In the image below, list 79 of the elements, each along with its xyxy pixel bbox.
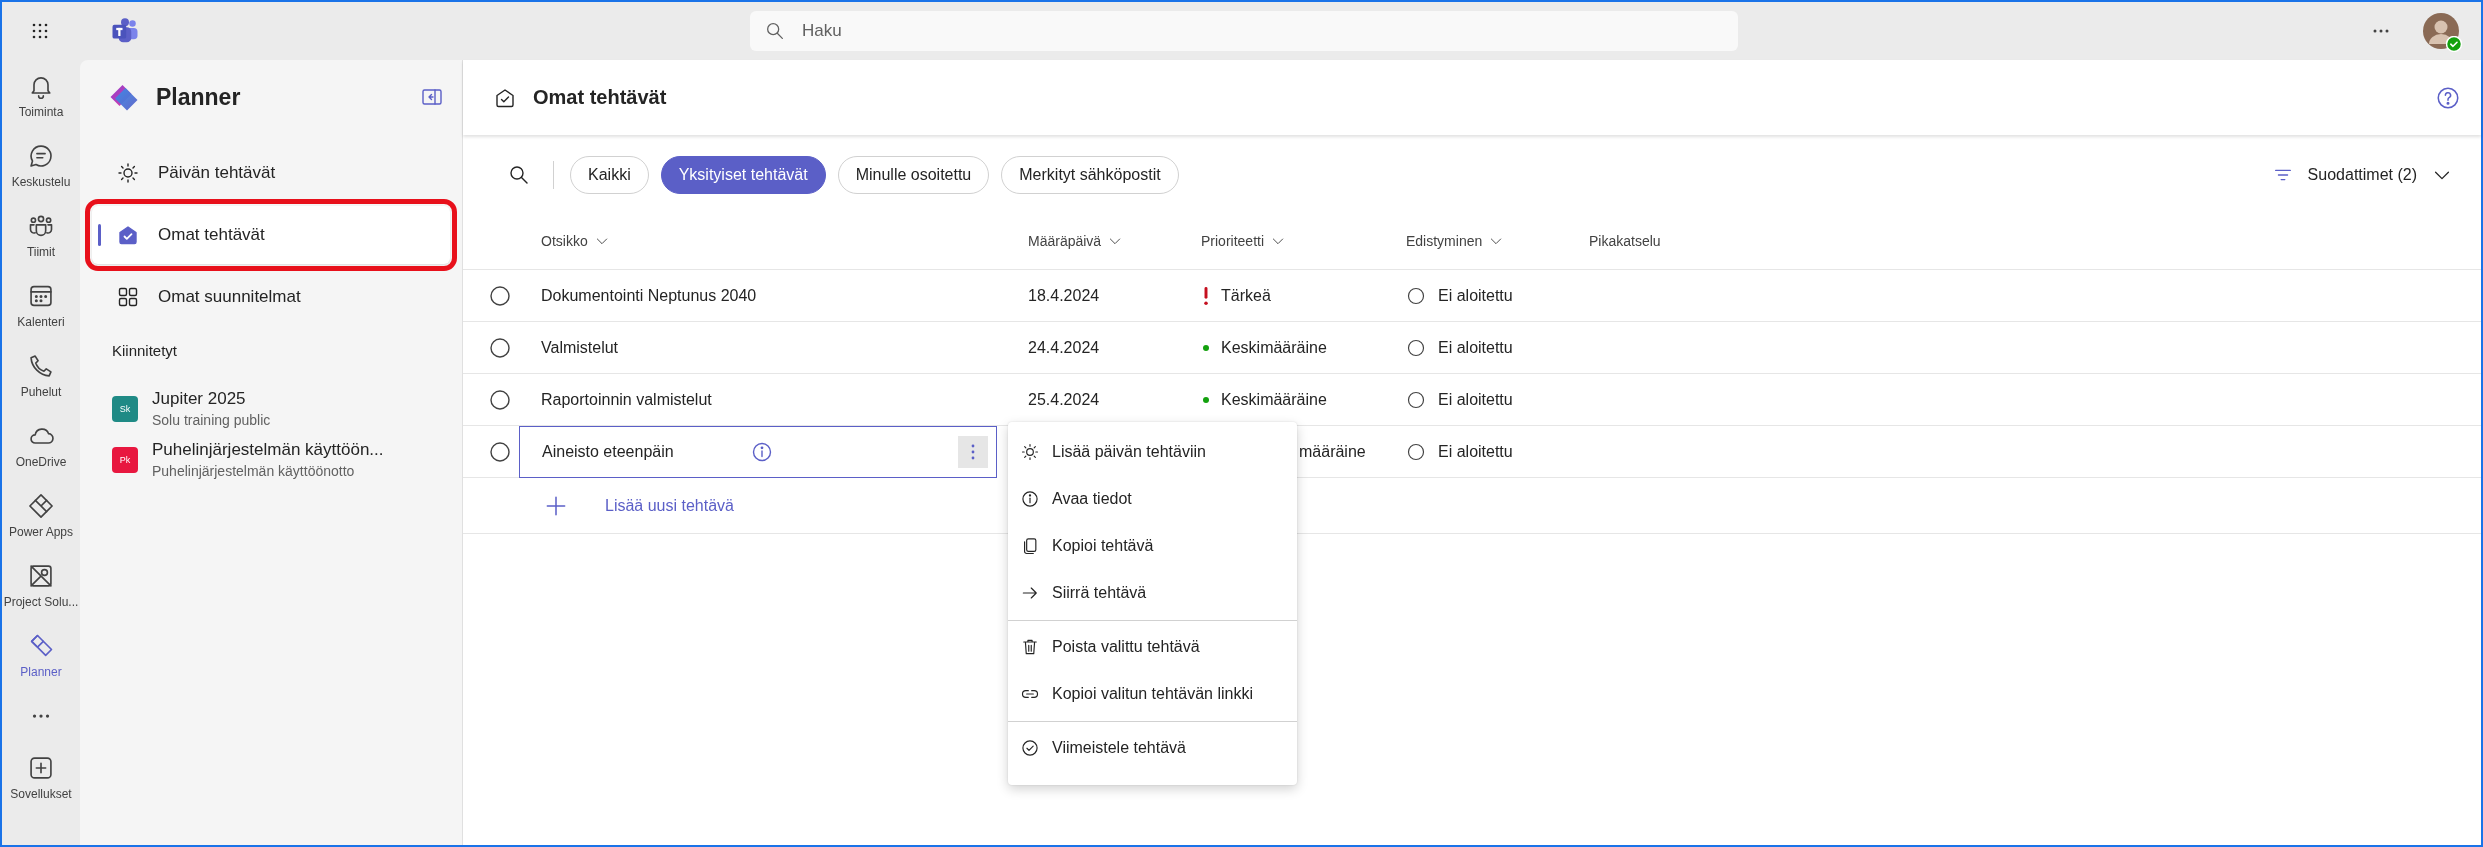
- info-icon[interactable]: [750, 440, 774, 464]
- diamond-icon: [27, 492, 55, 520]
- plan-subtitle: Solu training public: [152, 412, 271, 428]
- column-header[interactable]: Otsikko: [519, 212, 1028, 270]
- table-cell: Keskimääräine: [1221, 338, 1327, 357]
- table-cell: Ei aloitettu: [1438, 338, 1513, 357]
- rail-item[interactable]: Project Solu...: [2, 550, 80, 620]
- empty-circle-icon: [1406, 337, 1426, 358]
- column-header[interactable]: Pikakatselu: [1589, 212, 2481, 270]
- table-cell: määräine: [1299, 442, 1366, 461]
- menu-item[interactable]: Viimeistele tehtävä: [1008, 724, 1297, 771]
- rail-item[interactable]: Sovellukset: [2, 742, 80, 812]
- plan-subtitle: Puhelinjärjestelmän käyttöönotto: [152, 463, 356, 479]
- house-check-icon: [116, 223, 140, 247]
- add-task-link[interactable]: Lisää uusi tehtävä: [605, 496, 734, 515]
- nav-item[interactable]: Päivän tehtävät: [92, 144, 450, 202]
- grid-icon: [116, 285, 140, 309]
- column-header[interactable]: Prioriteetti: [1201, 212, 1406, 270]
- complete-checkbox[interactable]: [488, 387, 512, 412]
- status-available-icon: [2446, 36, 2462, 52]
- table-cell: Ei aloitettu: [1438, 286, 1513, 305]
- empty-circle-icon: [1406, 441, 1426, 462]
- search-icon: [764, 20, 786, 42]
- complete-checkbox[interactable]: [488, 439, 512, 464]
- table-cell: Valmistelut: [519, 322, 1028, 374]
- rail-item[interactable]: Planner: [2, 620, 80, 690]
- section-heading: Kiinnitetyt: [111, 341, 179, 361]
- empty-circle-icon: [1406, 285, 1426, 306]
- empty-circle-icon: [1406, 389, 1426, 410]
- plan-name[interactable]: Puhelinjärjestelmän käyttöön...: [152, 440, 384, 460]
- table-cell: Keskimääräine: [1221, 390, 1327, 409]
- table-cell: Dokumentointi Neptunus 2040: [519, 270, 1028, 322]
- plan-name[interactable]: Jupiter 2025: [152, 389, 271, 409]
- complete-checkbox[interactable]: [488, 335, 512, 360]
- dot-icon: [1203, 344, 1209, 351]
- app-title: Planner: [156, 83, 242, 111]
- table-cell: 24.4.2024: [1028, 338, 1100, 357]
- menu-item[interactable]: Siirrä tehtävä: [1008, 569, 1297, 616]
- rail-item[interactable]: Keskustelu: [2, 130, 80, 200]
- column-header[interactable]: Edistyminen: [1406, 212, 1589, 270]
- sun-icon: [116, 161, 140, 185]
- table-cell: 25.4.2024: [1028, 390, 1100, 409]
- plan-badge: Sk: [112, 395, 138, 422]
- rail-item[interactable]: Tiimit: [2, 200, 80, 270]
- menu-item[interactable]: Poista valittu tehtävä: [1008, 623, 1297, 670]
- page-title: Omat tehtävät: [533, 86, 668, 109]
- phone-icon: [27, 352, 55, 380]
- filter-chip[interactable]: Minulle osoitettu: [837, 156, 990, 194]
- rail-item[interactable]: Power Apps: [2, 480, 80, 550]
- plan-badge: Pk: [112, 446, 138, 473]
- menu-item[interactable]: Avaa tiedot: [1008, 475, 1297, 522]
- dot-icon: [1203, 396, 1209, 403]
- menu-item[interactable]: Kopioi tehtävä: [1008, 522, 1297, 569]
- search-field[interactable]: Haku: [750, 11, 1738, 51]
- table-cell: Tärkeä: [1221, 286, 1271, 305]
- check-circle-icon: [1020, 737, 1040, 758]
- exclamation-icon: [1204, 286, 1208, 305]
- nav-item[interactable]: Omat suunnitelmat: [92, 268, 450, 326]
- menu-item[interactable]: Kopioi valitun tehtävän linkki: [1008, 670, 1297, 717]
- sun-icon: [1020, 441, 1040, 462]
- table-cell: 18.4.2024: [1028, 286, 1100, 305]
- plus-icon: [27, 754, 55, 782]
- table-cell: Ei aloitettu: [1438, 390, 1513, 409]
- complete-checkbox[interactable]: [488, 283, 512, 308]
- table-cell: Ei aloitettu: [1438, 442, 1513, 461]
- filter-chip[interactable]: Kaikki: [570, 156, 649, 194]
- rail-item[interactable]: Kalenteri: [2, 270, 80, 340]
- filters-button[interactable]: Suodattimet (2): [2265, 163, 2459, 187]
- filter-chip[interactable]: Yksityiset tehtävät: [660, 156, 826, 194]
- title-field[interactable]: Aineisto eteenpäin: [519, 426, 997, 478]
- rail-item[interactable]: OneDrive: [2, 410, 80, 480]
- rail-item[interactable]: Toiminta: [2, 60, 80, 130]
- info-icon: [1020, 488, 1040, 509]
- image-icon: [27, 562, 55, 590]
- chat-icon: [27, 142, 55, 170]
- filter-chip[interactable]: Merkityt sähköpostit: [1001, 156, 1179, 194]
- column-header[interactable]: Määräpäivä: [1028, 212, 1201, 270]
- menu-item[interactable]: Lisää päivän tehtäviin: [1008, 428, 1297, 475]
- rail-item[interactable]: Puhelut: [2, 340, 80, 410]
